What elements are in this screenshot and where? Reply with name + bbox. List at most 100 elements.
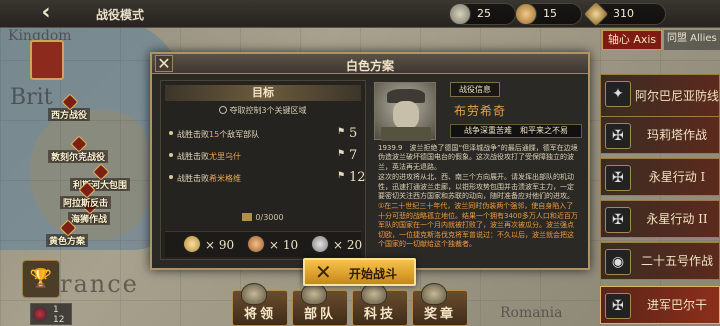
task-post: 个敌军部队 bbox=[219, 130, 260, 139]
nav-medals-button[interactable]: 奖章 bbox=[412, 283, 468, 326]
campaign-item-star-1[interactable]: ✠ 永星行动 I bbox=[600, 158, 720, 196]
progress-text: 0/3000 bbox=[255, 213, 284, 222]
resource-star: 310 bbox=[582, 0, 666, 28]
flag-icon: ⚑ bbox=[337, 171, 346, 181]
rewards-row: × 90 × 10 × 20 bbox=[165, 231, 363, 257]
back-arrow-icon[interactable]: ‹ bbox=[26, 2, 66, 26]
resource-bronze: 15 bbox=[515, 3, 582, 25]
task-count: 5 bbox=[349, 126, 358, 141]
bullet-icon bbox=[169, 153, 173, 157]
reward-value: × 10 bbox=[269, 238, 299, 252]
target-icon bbox=[219, 106, 228, 114]
reward-value: × 20 bbox=[333, 238, 363, 252]
dialog-title: 白色方案 bbox=[345, 59, 394, 73]
silver-medal-icon bbox=[311, 235, 329, 253]
iron-cross-icon: ✠ bbox=[605, 207, 631, 233]
task-highlight: 希米格维 bbox=[209, 174, 241, 183]
story-paragraph: 1939.9 波兰拒绝了德国“但泽城战争”的最后通牒，德军在边境伪造波兰破坏德国… bbox=[378, 144, 578, 171]
map-node-arras[interactable]: 阿拉斯反击 bbox=[60, 196, 112, 209]
campaign-item-balkans[interactable]: ✠ 进军巴尔干 bbox=[600, 286, 720, 324]
nav-label: 奖章 bbox=[423, 307, 456, 322]
map-node-dunkirk[interactable]: 敦刻尔克战役 bbox=[48, 150, 109, 163]
task-highlight: 15 bbox=[209, 130, 220, 139]
start-battle-label: 开始战斗 bbox=[349, 267, 398, 281]
map-label-france: rance bbox=[60, 270, 139, 298]
flag-icon: ⚑ bbox=[337, 127, 346, 137]
nav-label: 将领 bbox=[243, 307, 276, 322]
objective-subtitle-text: 夺取控制3个关键区域 bbox=[229, 106, 307, 115]
page-total: 12 bbox=[53, 315, 65, 325]
nav-label: 科技 bbox=[363, 307, 396, 322]
supply-box-icon bbox=[242, 213, 253, 221]
nav-troops-button[interactable]: 部队 bbox=[292, 283, 348, 326]
map-label-romania: Romania bbox=[500, 305, 563, 321]
campaign-item-label: 永星行动 I bbox=[648, 170, 706, 184]
flag-icon: ⚑ bbox=[337, 149, 346, 159]
task-highlight: 尤里乌什 bbox=[209, 152, 241, 161]
iron-cross-icon: ✠ bbox=[605, 165, 631, 191]
bulgaria-emblem-icon: ◉ bbox=[605, 249, 631, 275]
bronze-medal-icon bbox=[515, 3, 537, 25]
general-traits: 战争深重苦难 和平来之不易 bbox=[450, 124, 582, 138]
campaign-item-star-2[interactable]: ✠ 永星行动 II bbox=[600, 200, 720, 238]
tech-icon bbox=[361, 283, 387, 305]
crossed-swords-icon: ✕ bbox=[315, 260, 332, 284]
medal-icon bbox=[421, 283, 447, 305]
uk-flag-icon bbox=[33, 307, 47, 321]
task-pre: 战胜击败 bbox=[177, 130, 209, 139]
albania-emblem-icon: ✦ bbox=[605, 81, 631, 107]
task-count: 7 bbox=[349, 148, 358, 163]
campaign-item-operation-25[interactable]: ◉ 二十五号作战 bbox=[600, 242, 720, 280]
tank-icon bbox=[301, 283, 327, 305]
campaign-item-label: 永星行动 II bbox=[646, 212, 708, 226]
resource-silver: 25 bbox=[449, 3, 516, 25]
resource-value: 15 bbox=[543, 7, 557, 20]
story-paragraph: ①在二十世纪三十年代，波兰同时伪装两个强邻，使自身陷入了十分可悲的战略孤立地位。… bbox=[378, 202, 578, 249]
page-indicator: 1 12 bbox=[30, 303, 72, 325]
mode-title: 战役模式 bbox=[96, 8, 145, 22]
campaign-detail-dialog: ✕ 白色方案 目标 夺取控制3个关键区域 战胜击败15个敌军部队 ⚑ 5 战胜击… bbox=[150, 52, 590, 270]
story-paragraph: 这次的进攻将从北、西、南三个方向展开。请发挥出部队的机动性，迅速打通波兰走廊，以… bbox=[378, 173, 574, 201]
task-text: 战胜击败希米格维 bbox=[177, 173, 241, 184]
page-current: 1 bbox=[53, 305, 59, 315]
task-text: 战胜击败15个敌军部队 bbox=[177, 129, 259, 140]
general-name: 布劳希奇 bbox=[454, 104, 507, 118]
resource-value: 25 bbox=[477, 7, 491, 20]
campaign-item-marita[interactable]: ✠ 玛莉塔作战 bbox=[600, 116, 720, 154]
campaign-item-label: 二十五号作战 bbox=[640, 254, 713, 268]
campaign-story[interactable]: 1939.9 波兰拒绝了德国“但泽城战争”的最后通牒，德军在边境伪造波兰破坏德国… bbox=[378, 144, 580, 264]
dialog-header: ✕ 白色方案 bbox=[152, 54, 588, 74]
campaign-item-albania[interactable]: ✦ 阿尔巴尼亚防线 bbox=[600, 74, 720, 118]
task-pre: 战胜击败 bbox=[177, 152, 209, 161]
task-text: 战胜击败尤里乌什 bbox=[177, 151, 241, 162]
top-bar: ‹ 战役模式 25 15 310 bbox=[0, 0, 720, 28]
general-cap-icon bbox=[241, 283, 267, 305]
tab-allies[interactable]: 同盟 Allies bbox=[664, 30, 720, 50]
bullet-icon bbox=[169, 131, 173, 135]
map-label-britain: Brit bbox=[10, 85, 53, 110]
bullet-icon bbox=[169, 175, 173, 179]
reward-value: × 90 bbox=[205, 238, 235, 252]
objectives-panel: 目标 夺取控制3个关键区域 战胜击败15个敌军部队 ⚑ 5 战胜击败尤里乌什 ⚑… bbox=[160, 80, 366, 260]
start-battle-button[interactable]: ✕ 开始战斗 bbox=[303, 258, 416, 286]
map-node-sealion[interactable]: 海狮作战 bbox=[68, 212, 111, 225]
iron-cross-icon: ✠ bbox=[605, 123, 631, 149]
nav-label: 部队 bbox=[303, 307, 336, 322]
gold-medal-icon bbox=[183, 235, 201, 253]
nav-tech-button[interactable]: 科技 bbox=[352, 283, 408, 326]
trophy-icon[interactable]: 🏆 bbox=[22, 260, 60, 298]
task-pre: 战胜击败 bbox=[177, 174, 209, 183]
general-portrait bbox=[374, 82, 436, 141]
task-count: 12 bbox=[349, 170, 366, 185]
map-node-yellow-plan[interactable]: 黄色方案 bbox=[46, 234, 89, 247]
campaign-item-label: 阿尔巴尼亚防线 bbox=[635, 89, 720, 103]
tab-axis[interactable]: 轴心 Axis bbox=[602, 30, 662, 50]
nav-generals-button[interactable]: 将领 bbox=[232, 283, 288, 326]
task-row: 战胜击败尤里乌什 ⚑ 7 bbox=[167, 148, 361, 165]
bronze-medal-icon bbox=[247, 235, 265, 253]
campaign-item-label: 进军巴尔干 bbox=[646, 298, 707, 312]
map-node-west-campaign[interactable]: 西方战役 bbox=[48, 108, 91, 121]
objective-subtitle: 夺取控制3个关键区域 bbox=[161, 105, 365, 116]
resource-value: 310 bbox=[613, 7, 634, 20]
star-medal-icon bbox=[582, 0, 610, 28]
